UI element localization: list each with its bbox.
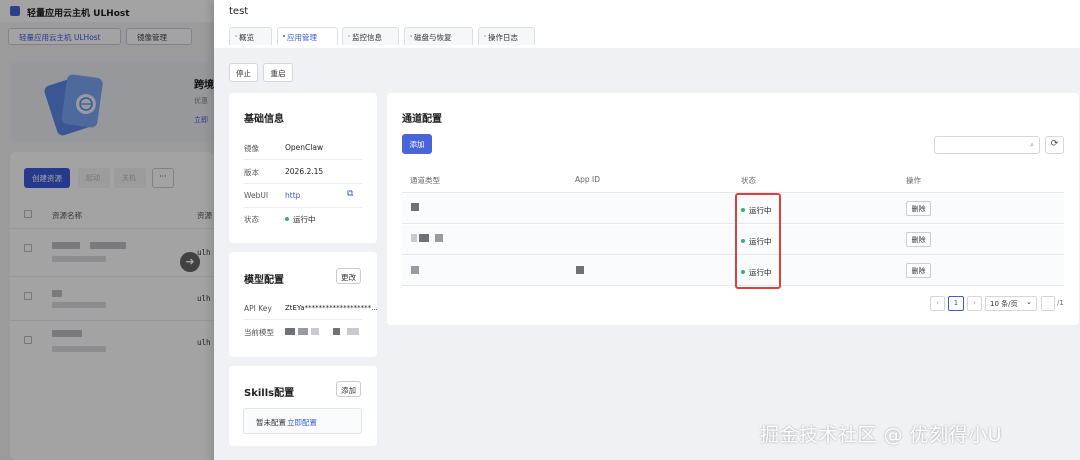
- page-1-button[interactable]: 1: [948, 296, 964, 311]
- search-icon: ⌕: [1030, 141, 1034, 149]
- add-channel-button[interactable]: 添加: [402, 134, 432, 154]
- current-model-label: 当前模型: [244, 328, 274, 337]
- refresh-icon[interactable]: ⟳: [1045, 136, 1064, 154]
- tab-label: 概览: [239, 33, 254, 42]
- total-pages: /1: [1057, 299, 1064, 307]
- version-value: 2026.2.15: [285, 167, 324, 176]
- webui-link[interactable]: http: [285, 191, 300, 200]
- restart-button[interactable]: 重启: [263, 63, 293, 82]
- skills-empty-text: 暂未配置: [256, 418, 286, 427]
- divider: [244, 183, 362, 184]
- model-config-title: 模型配置: [244, 275, 284, 286]
- drawer-header: test 概览 应用管理 监控信息 磁盘与恢复 操作日志: [214, 0, 1080, 48]
- tab-label: 应用管理: [287, 33, 317, 42]
- tab-app-management[interactable]: 应用管理: [277, 27, 338, 45]
- version-label: 版本: [244, 168, 259, 177]
- delete-button[interactable]: 删除: [906, 232, 931, 247]
- tab-label: 操作日志: [488, 33, 518, 42]
- redacted-channel-type: [419, 234, 429, 242]
- table-row: [402, 225, 1064, 255]
- basic-info-title: 基础信息: [244, 114, 284, 125]
- stop-button[interactable]: 停止: [229, 63, 258, 82]
- configure-now-link[interactable]: 立即配置: [287, 417, 317, 428]
- api-key-label: API Key: [244, 304, 272, 313]
- chevron-down-icon: ⌄: [1026, 298, 1032, 306]
- redacted-app-id: [576, 266, 584, 274]
- redacted-channel-type: [435, 234, 443, 242]
- edit-model-button[interactable]: 更改: [336, 268, 361, 284]
- divider: [244, 207, 362, 208]
- table-row: [402, 256, 1064, 286]
- delete-button[interactable]: 删除: [906, 263, 931, 278]
- webui-label: WebUI: [244, 191, 269, 200]
- tab-disk-recovery[interactable]: 磁盘与恢复: [404, 27, 473, 45]
- page-size-select[interactable]: 10 条/页 ⌄: [985, 296, 1037, 311]
- tab-label: 监控信息: [352, 33, 382, 42]
- skills-config-title: Skills配置: [244, 388, 295, 399]
- redacted-model: [311, 328, 319, 335]
- tab-label: 磁盘与恢复: [414, 33, 452, 42]
- status-label: 状态: [244, 215, 259, 224]
- redacted-model: [285, 328, 295, 335]
- redacted-model: [333, 328, 340, 335]
- tab-operation-log[interactable]: 操作日志: [478, 27, 535, 45]
- resource-detail-drawer: test 概览 应用管理 监控信息 磁盘与恢复 操作日志 停止 重启 基础信息 …: [214, 0, 1080, 460]
- divider: [244, 159, 362, 160]
- channel-config-title: 通道配置: [402, 114, 442, 125]
- watermark: 掘金技术社区 @ 优刻得小U: [760, 424, 1002, 446]
- prev-page-button[interactable]: ‹: [930, 296, 945, 311]
- status-dot-icon: [285, 217, 289, 221]
- delete-button[interactable]: 删除: [906, 201, 931, 216]
- status-highlight-box: [735, 193, 781, 289]
- channel-table-header: [402, 171, 1064, 193]
- column-actions: 操作: [906, 176, 921, 185]
- channel-search-input[interactable]: ⌕: [934, 136, 1040, 154]
- image-value: OpenClaw: [285, 143, 324, 152]
- page-jump-input[interactable]: [1041, 296, 1055, 311]
- drawer-title: test: [229, 6, 249, 17]
- table-row: [402, 194, 1064, 224]
- skills-config-panel: [229, 366, 377, 446]
- redacted-channel-type: [411, 203, 419, 211]
- api-key-value: ZtEYa*******************...: [285, 304, 378, 312]
- redacted-channel-type: [411, 266, 419, 274]
- redacted-model: [347, 328, 359, 335]
- copy-icon[interactable]: ⧉: [347, 189, 353, 199]
- column-app-id: App ID: [575, 175, 601, 184]
- page-size-value: 10 条/页: [990, 300, 1018, 308]
- divider: [244, 319, 362, 320]
- column-channel-type: 通道类型: [410, 176, 440, 185]
- status-value: 运行中: [285, 214, 316, 225]
- next-page-button[interactable]: ›: [967, 296, 982, 311]
- tab-monitoring[interactable]: 监控信息: [342, 27, 399, 45]
- add-skill-button[interactable]: 添加: [336, 381, 361, 397]
- tab-overview[interactable]: 概览: [229, 27, 272, 45]
- status-text: 运行中: [293, 215, 316, 224]
- redacted-channel-type: [411, 234, 417, 242]
- image-label: 镜像: [244, 144, 259, 153]
- column-status: 状态: [741, 176, 756, 185]
- redacted-model: [298, 328, 308, 335]
